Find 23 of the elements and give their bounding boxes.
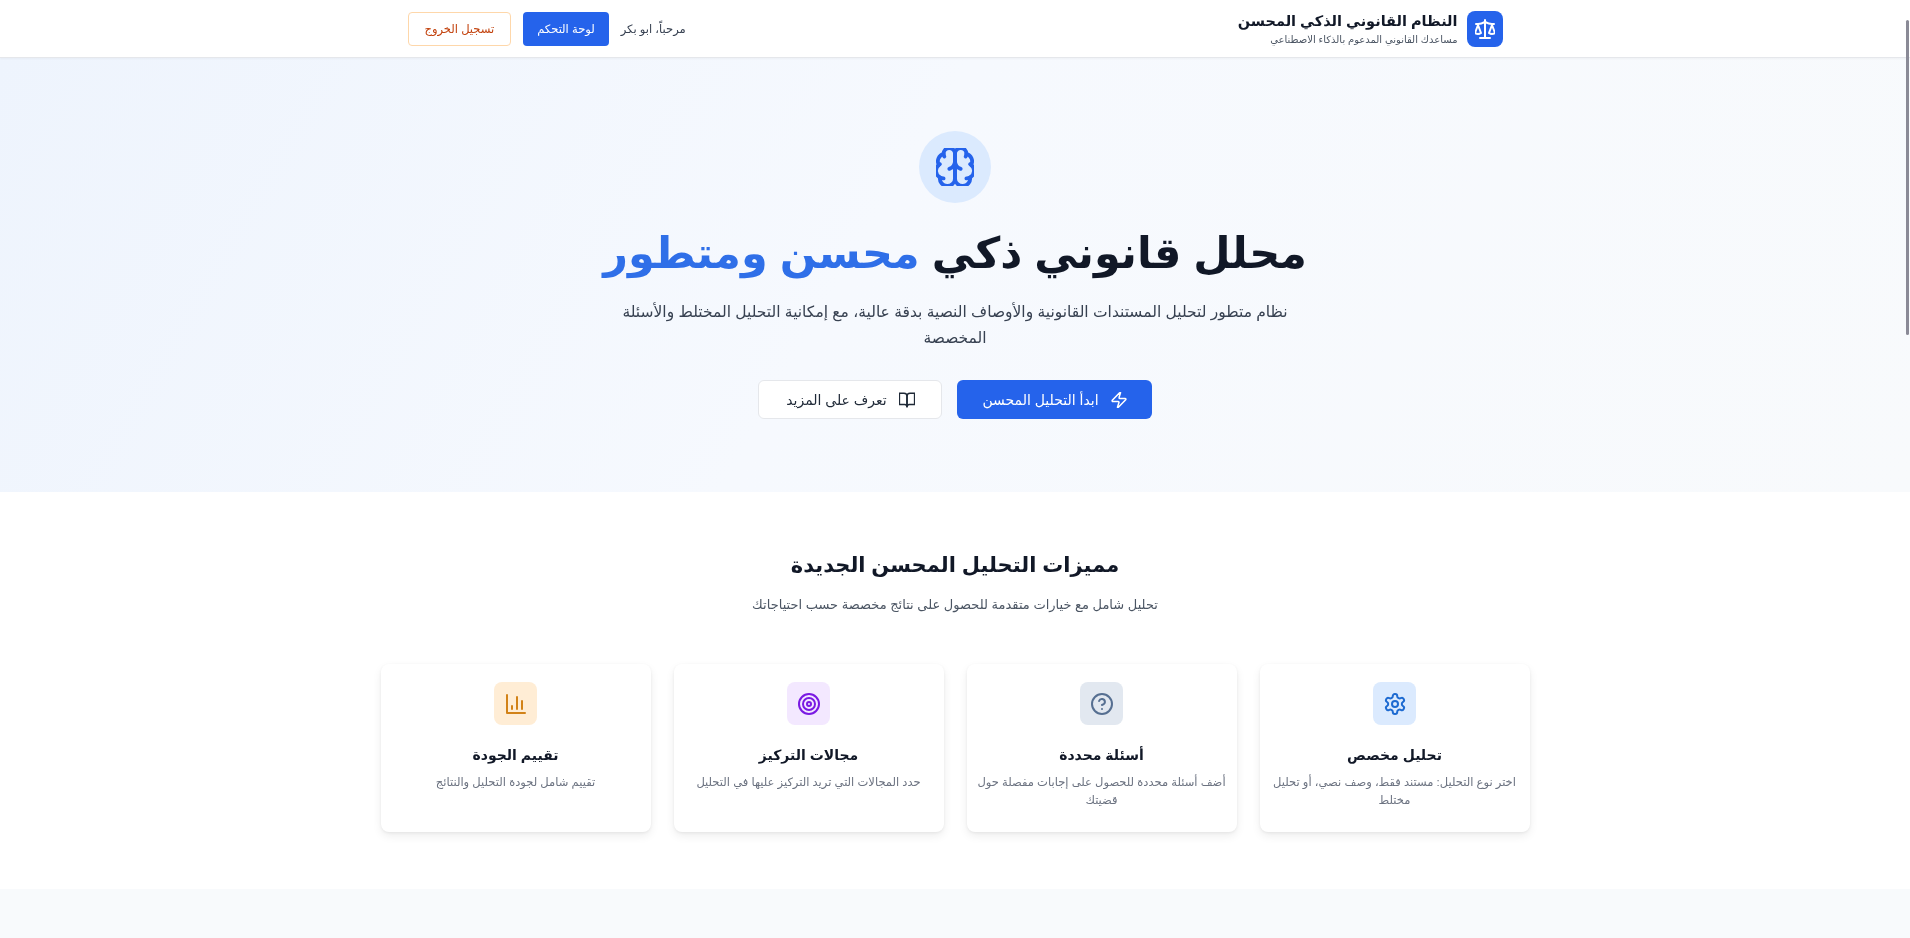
section-title: مميزات التحليل المحسن الجديدة <box>790 552 1120 579</box>
brand-subtitle: مساعدك القانوني المدعوم بالذكاء الاصطناعي <box>1269 32 1458 46</box>
card-description: أضف أسئلة محددة للحصول على إجابات مفصلة حول قضيتك <box>976 773 1227 808</box>
scales-icon <box>1466 10 1503 47</box>
start-analysis-button[interactable]: ابدأ التحليل المحسن <box>957 380 1152 419</box>
card-title: أسئلة محددة <box>1059 745 1144 765</box>
book-icon <box>898 391 915 408</box>
card-title: تحليل مخصص <box>1347 746 1442 765</box>
card-description: تقييم شامل لجودة التحليل والنتائج <box>435 775 596 791</box>
hero-title: محلل قانوني ذكي محسن ومتطور <box>603 228 1307 281</box>
greeting-text: مرحباً، ابو بكر <box>620 21 686 36</box>
card-title: تقييم الجودة <box>472 746 559 765</box>
card-description: اختر نوع التحليل: مستند فقط، وصف نصي، أو تحليل مختلط <box>1272 773 1517 808</box>
scrollbar-thumb[interactable] <box>1906 20 1909 335</box>
learn-more-button[interactable]: تعرف على المزيد <box>758 380 943 419</box>
dashboard-button[interactable]: لوحة التحكم <box>523 11 609 46</box>
card-title: مجالات التركيز <box>758 746 859 765</box>
card-description: حدد المجالات التي تريد التركيز عليها في التحليل <box>696 775 921 791</box>
brand-title: النظام القانوني الذكي المحسن <box>1237 11 1458 31</box>
section-subtitle: تحليل شامل مع خيارات متقدمة للحصول على نتائج مخصصة حسب احتياجاتك <box>752 596 1158 615</box>
hero-description: نظام متطور لتحليل المستندات القانونية والأوصاف النصية بدقة عالية، مع إمكانية التحليل المختلط والأسئلة المخصصة <box>621 301 1289 348</box>
logout-button[interactable]: تسجيل الخروج <box>407 11 512 46</box>
lightning-icon <box>1110 391 1127 408</box>
